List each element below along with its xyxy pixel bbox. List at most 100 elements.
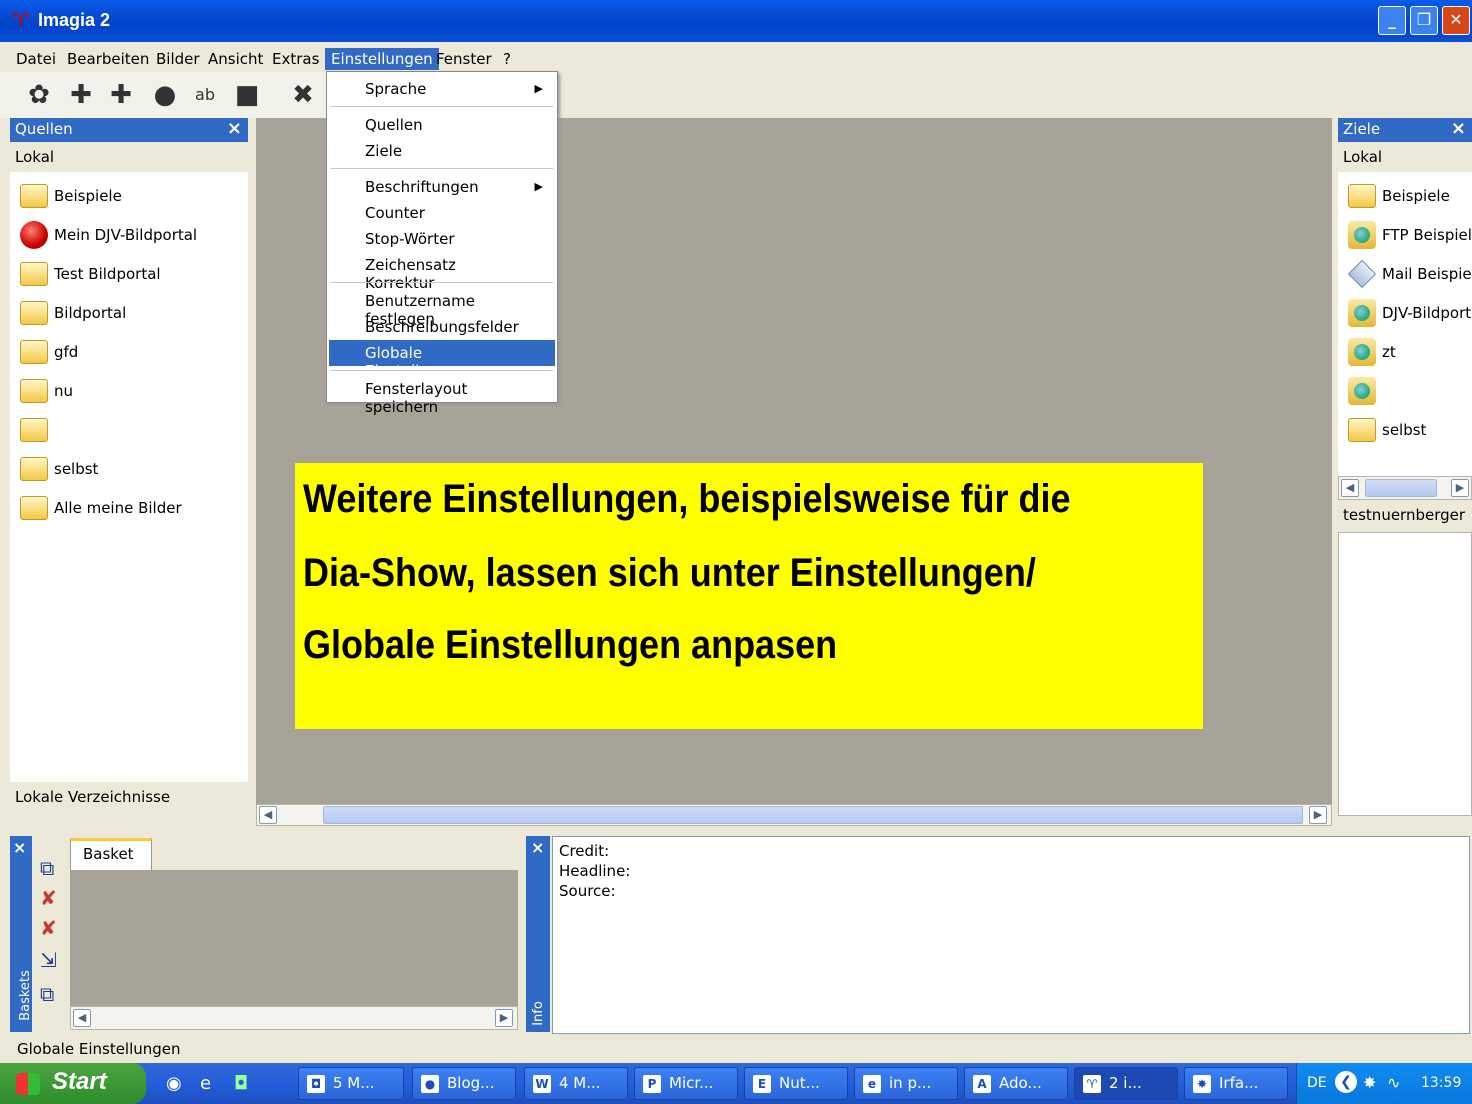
tray-audio-icon[interactable]: ∿ <box>1387 1073 1400 1092</box>
scroll-thumb[interactable] <box>323 806 1303 824</box>
list-item[interactable]: Bildportal <box>10 295 248 334</box>
sources-local-tab[interactable]: Lokal <box>10 142 248 172</box>
folder-icon <box>1348 184 1376 208</box>
close-icon[interactable]: × <box>531 838 544 857</box>
menu-einstellungen[interactable]: Einstellungen <box>325 48 439 70</box>
menu-ansicht[interactable]: Ansicht <box>202 48 269 70</box>
menu-item-counter[interactable]: Counter <box>329 200 555 226</box>
task-button[interactable]: e in p... <box>854 1067 958 1100</box>
language-indicator[interactable]: DE <box>1307 1075 1327 1091</box>
app-icon[interactable]: ♈ <box>10 9 32 31</box>
folder-icon <box>20 184 48 208</box>
basket-copy-icon[interactable]: ⧉ <box>40 982 54 1006</box>
task-button[interactable]: E Nut... <box>744 1067 848 1100</box>
task-button[interactable]: ● Blog... <box>412 1067 516 1100</box>
menu-item-stop-woerter[interactable]: Stop-Wörter <box>329 226 555 252</box>
menu-item-beschriftungen[interactable]: Beschriftungen ▶ <box>329 174 555 200</box>
targets-local-tab[interactable]: Lokal <box>1338 142 1472 172</box>
list-item[interactable]: nu <box>10 373 248 412</box>
menu-item-sprache[interactable]: Sprache ▶ <box>329 76 555 102</box>
task-label: Irfa... <box>1219 1074 1259 1092</box>
basket-new-icon[interactable]: ⧉ <box>40 856 54 880</box>
scroll-right-icon[interactable]: ▶ <box>1451 479 1469 497</box>
list-item[interactable]: Beispiele <box>10 178 248 217</box>
menu-help[interactable]: ? <box>497 48 517 70</box>
menu-bearbeiten[interactable]: Bearbeiten <box>61 48 155 70</box>
list-item[interactable] <box>1338 373 1472 412</box>
minimize-button[interactable]: _ <box>1378 6 1406 35</box>
menu-item-fensterlayout[interactable]: Fensterlayout speichern <box>329 376 555 416</box>
task-button[interactable]: P Micr... <box>634 1067 738 1100</box>
circle-icon[interactable]: ● <box>150 80 180 110</box>
list-item[interactable]: Test Bildportal <box>10 256 248 295</box>
puzzle-add-icon[interactable]: ✚ <box>106 80 136 110</box>
list-item[interactable]: Mail Beispiel <box>1338 256 1472 295</box>
list-item[interactable]: Mein DJV-Bildportal <box>10 217 248 256</box>
tab-basket[interactable]: Basket <box>70 838 152 870</box>
scroll-left-icon[interactable]: ◀ <box>1341 479 1359 497</box>
close-icon[interactable]: × <box>1451 118 1466 139</box>
menu-item-globale-einstellungen[interactable]: Globale Einstellungen <box>329 340 555 380</box>
scroll-thumb[interactable] <box>1365 479 1437 497</box>
text-icon[interactable]: ab <box>190 80 220 110</box>
puzzle-icon[interactable]: ✚ <box>66 80 96 110</box>
copy-icon[interactable]: ■ <box>232 80 262 110</box>
basket-export-icon[interactable]: ⇲ <box>40 948 57 972</box>
menu-item-beschreibungsfelder[interactable]: Beschreibungsfelder <box>329 314 555 340</box>
title-bar: ♈ Imagia 2 _ ❐ ✕ <box>0 0 1472 42</box>
submenu-arrow-icon: ▶ <box>534 180 543 193</box>
menu-item-ziele[interactable]: Ziele <box>329 138 555 164</box>
target-account-tab[interactable]: testnuernberger <box>1338 500 1472 532</box>
list-item[interactable]: selbst <box>1338 412 1472 451</box>
app-launch-icon[interactable]: ◘ <box>234 1073 248 1094</box>
scroll-right-icon[interactable]: ▶ <box>1309 806 1327 824</box>
quicklaunch-icon[interactable]: ◉ <box>166 1073 182 1094</box>
menu-datei[interactable]: Datei <box>10 48 62 70</box>
tools-icon[interactable]: ✖ <box>288 80 318 110</box>
list-item[interactable]: DJV-Bildportal <box>1338 295 1472 334</box>
list-item[interactable]: FTP Beispiel <box>1338 217 1472 256</box>
task-label: Nut... <box>779 1074 820 1092</box>
list-item[interactable]: Beispiele <box>1338 178 1472 217</box>
basket-remove-icon[interactable]: ✘ <box>40 886 57 910</box>
tray-app-icon[interactable]: ✸ <box>1363 1073 1376 1092</box>
task-label: Blog... <box>447 1074 495 1092</box>
ftp-icon <box>1348 221 1376 249</box>
basket-scrollbar[interactable]: ◀ ▶ <box>70 1006 518 1030</box>
task-button[interactable]: A Ado... <box>964 1067 1068 1100</box>
targets-title: Ziele <box>1343 120 1381 138</box>
task-button[interactable]: ◘ 5 M... <box>298 1067 404 1100</box>
task-button[interactable]: W 4 M... <box>524 1067 628 1100</box>
restore-button[interactable]: ❐ <box>1410 6 1438 35</box>
irfanview-icon: ✸ <box>1193 1075 1211 1093</box>
menu-fenster[interactable]: Fenster <box>430 48 498 70</box>
local-directories-tab[interactable]: Lokale Verzeichnisse <box>10 782 248 812</box>
tray-expand-icon[interactable]: ❮ <box>1335 1071 1357 1093</box>
import-icon[interactable]: ✿ <box>24 80 54 110</box>
horizontal-scrollbar[interactable]: ◀ ▶ <box>256 804 1332 826</box>
list-item[interactable]: selbst <box>10 451 248 490</box>
list-item[interactable]: zt <box>1338 334 1472 373</box>
basket-content[interactable] <box>70 870 518 1006</box>
basket-delete-icon[interactable]: ✘ <box>40 916 57 940</box>
menu-bilder[interactable]: Bilder <box>150 48 206 70</box>
menu-separator <box>331 106 553 107</box>
list-item[interactable]: gfd <box>10 334 248 373</box>
list-item[interactable]: Alle meine Bilder <box>10 490 248 529</box>
menu-item-benutzername[interactable]: Benutzername festlegen <box>329 288 555 328</box>
menu-item-quellen[interactable]: Quellen <box>329 112 555 138</box>
menu-item-zeichensatz[interactable]: Zeichensatz Korrektur <box>329 252 555 292</box>
close-icon[interactable]: × <box>13 838 26 857</box>
targets-scrollbar[interactable]: ◀ ▶ <box>1338 476 1472 500</box>
close-icon[interactable]: × <box>227 118 242 139</box>
task-button[interactable]: ✸ Irfa... <box>1184 1067 1288 1100</box>
scroll-left-icon[interactable]: ◀ <box>73 1009 91 1027</box>
close-button[interactable]: ✕ <box>1442 6 1470 35</box>
list-item[interactable] <box>10 412 248 451</box>
browser-icon[interactable]: e <box>200 1073 211 1094</box>
scroll-right-icon[interactable]: ▶ <box>495 1009 513 1027</box>
task-button[interactable]: ♈ 2 i... <box>1074 1067 1178 1100</box>
start-button[interactable]: Start <box>0 1063 146 1104</box>
scroll-left-icon[interactable]: ◀ <box>259 806 277 824</box>
menu-extras[interactable]: Extras <box>266 48 325 70</box>
